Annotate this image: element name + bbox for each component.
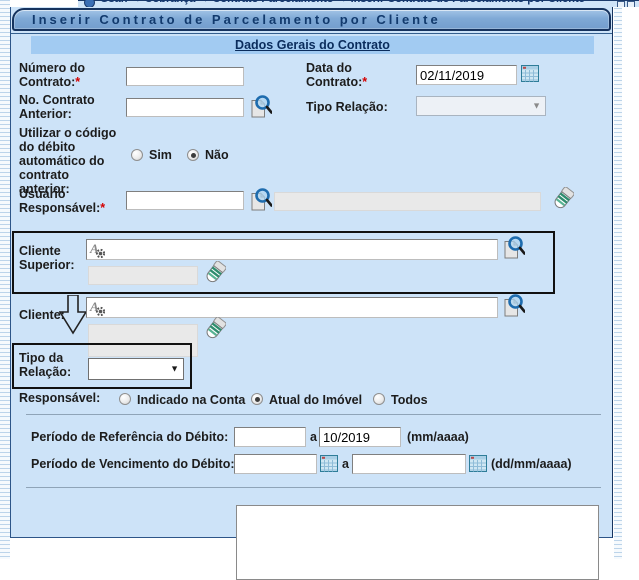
radio-todos[interactable] xyxy=(373,393,385,405)
radio-nao-label[interactable]: Não xyxy=(205,148,229,162)
radio-sim-label[interactable]: Sim xyxy=(149,148,172,162)
radio-todos-label[interactable]: Todos xyxy=(391,393,428,407)
cliente-input[interactable] xyxy=(86,297,498,318)
tipo-relacao-select[interactable]: ▼ xyxy=(416,96,546,116)
periodo-vencimento-conector: a xyxy=(342,457,349,471)
responsavel-label: Responsável: xyxy=(19,391,100,405)
search-icon[interactable] xyxy=(503,293,525,317)
search-icon[interactable] xyxy=(503,235,525,259)
radio-indicado-na-conta[interactable] xyxy=(119,393,131,405)
section-header: Dados Gerais do Contrato xyxy=(31,36,594,54)
cliente-superior-input[interactable] xyxy=(86,239,498,260)
data-contrato-input[interactable] xyxy=(416,65,517,85)
numero-contrato-label: Número do Contrato:* xyxy=(19,61,111,89)
required-marker: * xyxy=(75,75,80,89)
divider xyxy=(26,487,601,488)
radio-sim[interactable] xyxy=(131,149,143,161)
eraser-icon[interactable] xyxy=(204,261,226,285)
usuario-responsavel-descricao xyxy=(274,192,541,211)
data-contrato-label: Data do Contrato:* xyxy=(306,61,386,89)
periodo-referencia-conector: a xyxy=(310,430,317,444)
usuario-responsavel-input[interactable] xyxy=(126,191,244,210)
required-marker: * xyxy=(100,201,105,215)
periodo-referencia-a-input[interactable] xyxy=(319,427,401,447)
calendar-icon[interactable] xyxy=(320,455,338,473)
periodo-vencimento-a-input[interactable] xyxy=(352,454,466,474)
required-marker: * xyxy=(362,75,367,89)
numero-contrato-input[interactable] xyxy=(126,67,244,86)
page-title-bar: Inserir Contrato de Parcelamento por Cli… xyxy=(12,8,611,31)
breadcrumb-bar: Gsan → Cobrança → Contrato Parcelamento … xyxy=(0,0,639,7)
window-square-icon xyxy=(617,1,625,7)
periodo-referencia-label: Período de Referência do Débito: xyxy=(31,430,228,444)
periodo-referencia-de-input[interactable] xyxy=(234,427,306,447)
radio-atual-do-imovel-label[interactable]: Atual do Imóvel xyxy=(269,393,362,407)
page-title: Inserir Contrato de Parcelamento por Cli… xyxy=(14,12,441,27)
radio-indicado-na-conta-label[interactable]: Indicado na Conta xyxy=(137,393,245,407)
breadcrumb[interactable]: Gsan → Cobrança → Contrato Parcelamento … xyxy=(100,0,585,5)
search-icon[interactable] xyxy=(250,94,272,118)
observacoes-textarea[interactable] xyxy=(236,505,599,580)
contrato-anterior-input[interactable] xyxy=(126,98,244,117)
title-ledge xyxy=(11,33,612,34)
left-ruled-edge xyxy=(0,0,10,559)
usuario-responsavel-label: Usuário Responsável:* xyxy=(19,187,109,215)
cliente-superior-descricao xyxy=(88,266,198,285)
eraser-icon[interactable] xyxy=(204,317,226,341)
calendar-icon[interactable] xyxy=(469,455,487,473)
contrato-anterior-label: No. Contrato Anterior: xyxy=(19,93,105,121)
search-icon[interactable] xyxy=(250,187,272,211)
radio-atual-do-imovel[interactable] xyxy=(251,393,263,405)
chevron-down-icon: ▼ xyxy=(170,365,179,374)
window-square-icon xyxy=(627,1,635,7)
cliente-label: Cliente: xyxy=(19,308,65,322)
periodo-vencimento-hint: (dd/mm/aaaa) xyxy=(491,457,572,471)
tipo-da-relacao-select[interactable]: ▼ xyxy=(88,358,184,380)
divider xyxy=(26,414,601,415)
radio-nao[interactable] xyxy=(187,149,199,161)
right-ruled-edge xyxy=(614,0,622,559)
cliente-superior-label: Cliente Superior: xyxy=(19,244,81,272)
contract-form: Inserir Contrato de Parcelamento por Cli… xyxy=(10,7,613,538)
tipo-da-relacao-label: Tipo da Relação: xyxy=(19,351,77,379)
periodo-vencimento-de-input[interactable] xyxy=(234,454,317,474)
debito-automatico-label: Utilizar o código do débito automático d… xyxy=(19,126,121,196)
periodo-referencia-hint: (mm/aaaa) xyxy=(407,430,469,444)
periodo-vencimento-label: Período de Vencimento do Débito: xyxy=(31,457,235,471)
section-header-label: Dados Gerais do Contrato xyxy=(235,38,390,52)
chevron-down-icon: ▼ xyxy=(532,102,541,111)
tipo-relacao-label: Tipo Relação: xyxy=(306,100,388,114)
calendar-icon[interactable] xyxy=(521,65,539,83)
breadcrumb-globe-icon xyxy=(84,0,95,7)
eraser-icon[interactable] xyxy=(552,187,574,211)
